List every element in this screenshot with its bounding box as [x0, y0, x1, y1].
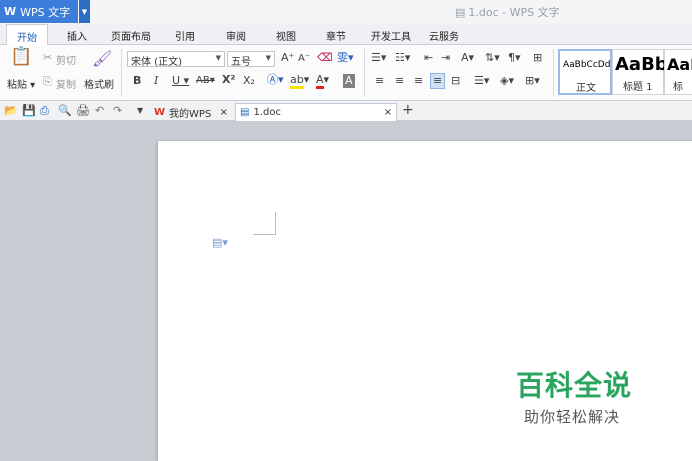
tab-my-wps[interactable]: W 我的WPS ×: [150, 103, 232, 121]
print-icon[interactable]: 🖨: [76, 104, 90, 118]
decrease-indent-icon[interactable]: ⇤: [424, 51, 433, 65]
wps-logo-icon: W: [4, 5, 17, 18]
tab-insert[interactable]: 插入: [67, 28, 87, 43]
document-icon: ▤: [240, 107, 250, 118]
customize-dropdown-icon[interactable]: ▼: [137, 104, 143, 118]
tab-review[interactable]: 审阅: [226, 28, 246, 43]
subscript-icon[interactable]: X₂: [243, 74, 255, 88]
underline-icon[interactable]: U ▾: [172, 74, 189, 88]
table-border-icon[interactable]: ⊞: [533, 51, 542, 65]
cut-button[interactable]: 剪切: [56, 52, 76, 67]
numbering-icon[interactable]: ☷▾: [395, 51, 410, 65]
tab-cloud[interactable]: 云服务: [429, 28, 459, 43]
paste-icon[interactable]: 📋: [10, 48, 32, 66]
wps-logo-icon: W: [154, 106, 166, 118]
divider: [553, 49, 554, 97]
margin-corner-mark: [253, 212, 276, 235]
ribbon: 📋 粘贴 ▾ ✂ 剪切 ⎘ 复制 🖌 格式刷 宋体 (正文) ▼ 五号 ▼ A⁺ A…: [0, 45, 692, 101]
tab-document[interactable]: ▤ 1.doc ×: [235, 103, 397, 121]
align-center-icon[interactable]: ≡: [395, 74, 404, 88]
paste-button[interactable]: 粘贴 ▾: [7, 76, 35, 91]
window-title-text: 1.doc - WPS 文字: [468, 6, 560, 19]
clear-format-icon[interactable]: ⌫: [317, 51, 333, 65]
copy-icon[interactable]: ⎘: [43, 75, 52, 89]
borders-icon[interactable]: ⊞▾: [525, 74, 540, 88]
close-icon[interactable]: ×: [384, 107, 392, 118]
tab-developer[interactable]: 开发工具: [371, 28, 411, 43]
close-icon[interactable]: ×: [220, 107, 228, 118]
align-right-icon[interactable]: ≡: [414, 74, 423, 88]
font-name-select[interactable]: 宋体 (正文) ▼: [127, 51, 225, 68]
font-size-select[interactable]: 五号 ▼: [227, 51, 275, 68]
style-preview: AaBbCcDd: [563, 60, 611, 70]
text-effect-icon[interactable]: Ⓐ▾: [267, 73, 284, 87]
sort-icon[interactable]: ⇅▾: [485, 51, 500, 65]
quick-access-toolbar: 📂 💾 ⎙ 🔍 🖨 ↶ ↷ ▼ W 我的WPS × ▤ 1.doc × +: [0, 101, 692, 121]
char-shading-icon[interactable]: A: [343, 74, 355, 88]
tab-label: 我的WPS: [169, 108, 212, 120]
style-preview: AaBb: [615, 54, 668, 75]
format-painter-icon[interactable]: 🖌: [92, 51, 112, 67]
show-marks-icon[interactable]: ¶▾: [508, 51, 521, 65]
tab-view[interactable]: 视图: [276, 28, 296, 43]
redo-icon[interactable]: ↷: [113, 104, 122, 118]
distributed-icon[interactable]: ⊟: [451, 74, 460, 88]
align-left-icon[interactable]: ≡: [375, 74, 384, 88]
highlight-icon[interactable]: ab▾: [290, 73, 309, 89]
copy-button[interactable]: 复制: [56, 76, 76, 91]
format-painter-button[interactable]: 格式刷: [84, 76, 114, 91]
phonetic-guide-icon[interactable]: 雯▾: [337, 51, 354, 65]
watermark-subtitle: 助你轻松解决: [524, 408, 621, 426]
divider: [364, 49, 365, 97]
tab-label: 1.doc: [253, 107, 281, 118]
tab-references[interactable]: 引用: [175, 28, 195, 43]
shrink-font-icon[interactable]: A⁻: [298, 52, 310, 66]
strikethrough-icon[interactable]: AB▾: [196, 74, 215, 88]
style-label: 正文: [576, 83, 596, 94]
divider: [121, 49, 122, 97]
open-icon[interactable]: 📂: [4, 104, 18, 118]
shading-icon[interactable]: ◈▾: [500, 74, 514, 88]
document-icon: ▤: [455, 5, 466, 19]
print-preview-icon[interactable]: 🔍: [58, 104, 72, 118]
new-tab-icon[interactable]: +: [402, 103, 414, 117]
style-heading[interactable]: AaB 标题: [664, 49, 692, 95]
font-color-icon[interactable]: A▾: [316, 73, 329, 89]
justify-icon[interactable]: ≡: [430, 73, 446, 89]
watermark: 百科全说 助你轻松解决: [516, 364, 632, 427]
menu-bar: 开始 插入 页面布局 引用 审阅 视图 章节 开发工具 云服务: [0, 24, 692, 46]
cut-icon[interactable]: ✂: [43, 51, 52, 65]
bold-icon[interactable]: B: [133, 74, 141, 88]
style-preview: AaB: [667, 55, 692, 74]
app-menu-button[interactable]: W WPS 文字: [0, 0, 78, 23]
superscript-icon[interactable]: X²: [222, 73, 235, 87]
undo-icon[interactable]: ↶: [95, 104, 104, 118]
app-name: WPS 文字: [20, 5, 71, 19]
tab-home[interactable]: 开始: [6, 24, 48, 46]
line-spacing-icon[interactable]: ☰▾: [474, 74, 489, 88]
app-menu-dropdown[interactable]: ▼: [79, 0, 90, 23]
chinese-layout-icon[interactable]: A▾: [461, 51, 474, 65]
style-label: 标题 1: [623, 82, 653, 93]
tab-section[interactable]: 章节: [326, 28, 346, 43]
watermark-title: 百科全说: [516, 369, 633, 402]
window-title: ▤ 1.doc - WPS 文字: [455, 4, 560, 20]
export-icon[interactable]: ⎙: [40, 104, 49, 118]
style-label: 标题: [673, 82, 683, 93]
title-bar: W WPS 文字 ▼ ▤ 1.doc - WPS 文字: [0, 0, 692, 24]
style-heading-1[interactable]: AaBb 标题 1: [612, 49, 668, 95]
paste-options-icon[interactable]: ▤▾: [212, 236, 228, 250]
italic-icon[interactable]: I: [154, 74, 158, 88]
bullets-icon[interactable]: ☰▾: [371, 51, 386, 65]
style-normal[interactable]: AaBbCcDd 正文: [558, 49, 612, 95]
save-icon[interactable]: 💾: [22, 104, 36, 118]
tab-page-layout[interactable]: 页面布局: [111, 28, 151, 43]
increase-indent-icon[interactable]: ⇥: [441, 51, 450, 65]
grow-font-icon[interactable]: A⁺: [281, 51, 294, 65]
